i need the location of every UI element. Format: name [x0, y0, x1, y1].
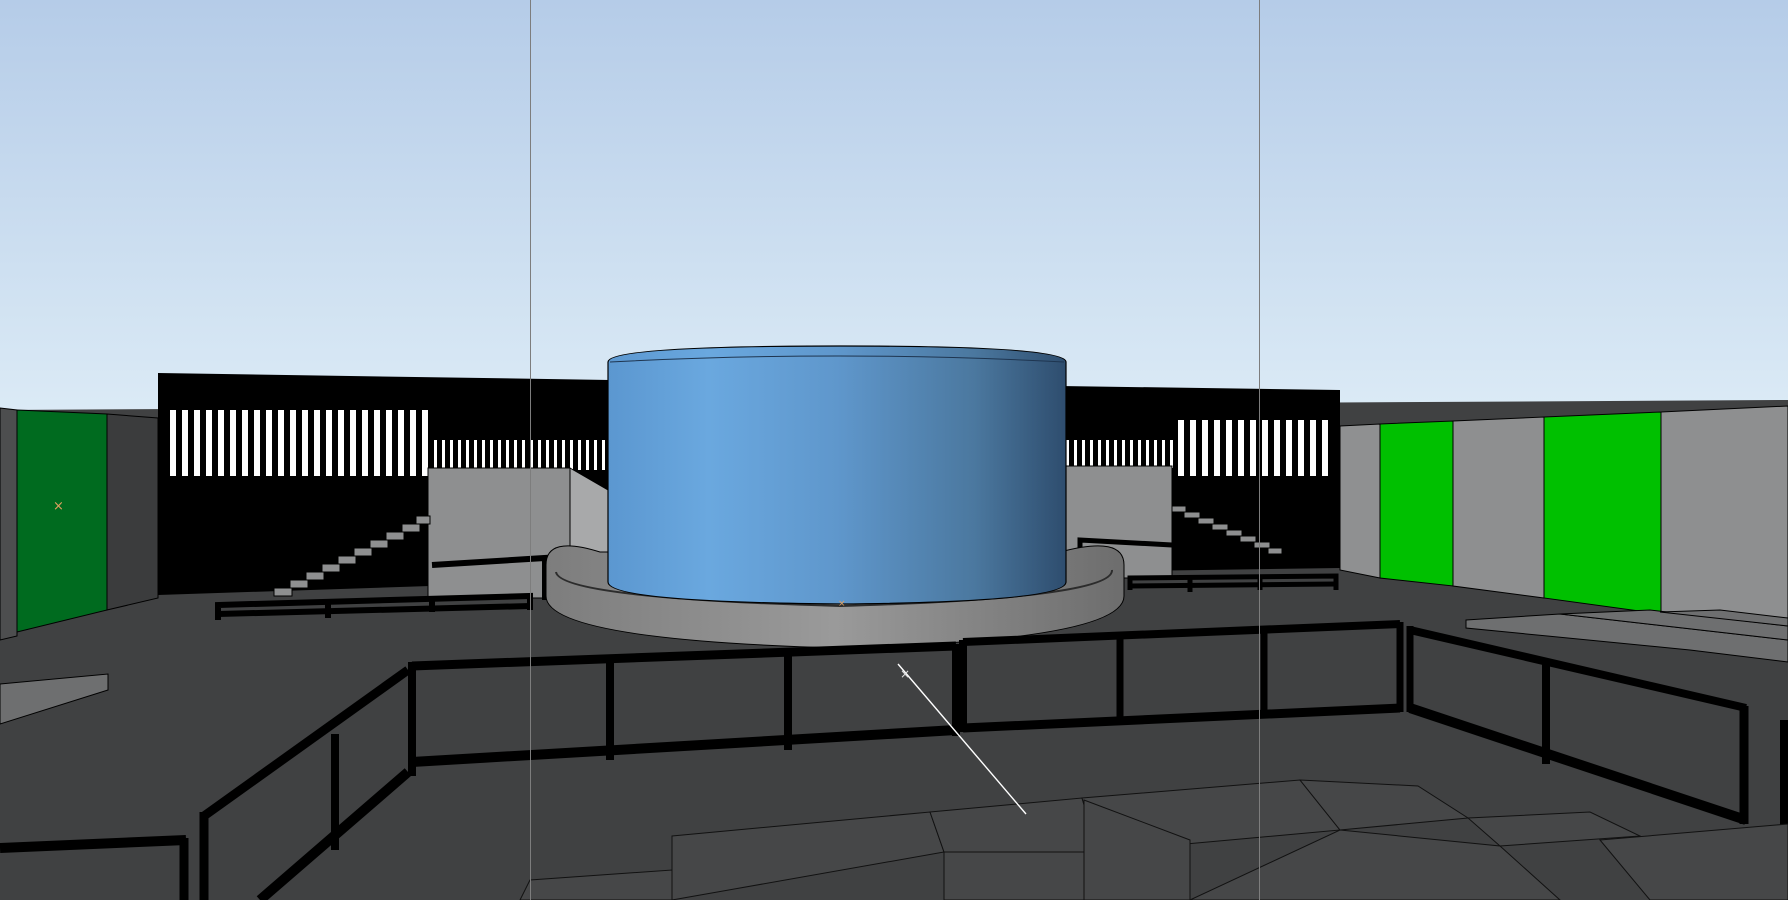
scene-canvas[interactable]: × ×	[0, 0, 1788, 900]
back-wall-right-stripes	[1178, 420, 1330, 476]
viewport-guide-left[interactable]	[530, 0, 531, 900]
right-wall-grey-2	[1452, 416, 1545, 599]
section-cursor-icon: ×	[900, 667, 910, 681]
left-wall-grey	[0, 407, 18, 641]
right-wall-grey-3	[1660, 405, 1788, 631]
left-wall-dark	[106, 413, 159, 611]
viewport-guide-right[interactable]	[1259, 0, 1260, 900]
tank-base-marker-icon: ×	[838, 599, 846, 609]
back-wall-left-railing-stripes	[430, 440, 608, 470]
back-wall-left-stripes	[168, 410, 430, 476]
right-wall-grey-1	[1339, 423, 1381, 579]
right-wall-green-2	[1543, 411, 1662, 615]
right-wall-green-1	[1379, 420, 1454, 587]
back-wall-right-railing-stripes	[1064, 440, 1174, 468]
left-wall-green	[16, 409, 108, 633]
3d-viewport[interactable]: × × ×	[0, 0, 1788, 900]
water-tank	[607, 345, 1067, 605]
origin-marker-icon: ×	[53, 499, 64, 514]
